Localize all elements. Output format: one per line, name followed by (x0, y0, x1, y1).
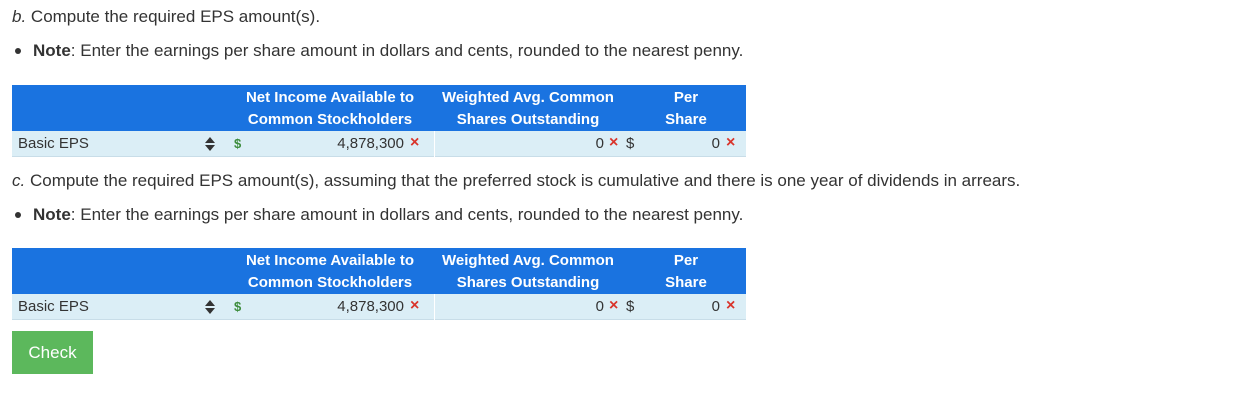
header-net-income-line1: Net Income Available to (245, 252, 415, 269)
incorrect-icon: × (726, 134, 736, 151)
dollar-sign: $ (626, 135, 635, 152)
section-c-heading: c. Compute the required EPS amount(s), a… (12, 171, 1020, 191)
section-b-note: Note: Enter the earnings per share amoun… (14, 41, 743, 61)
eps-table-c: Net Income Available to Common Stockhold… (12, 248, 746, 320)
table-header: Net Income Available to Common Stockhold… (12, 85, 746, 131)
header-weighted-line2: Shares Outstanding (456, 111, 600, 128)
header-per-share: Per Share (656, 87, 716, 131)
incorrect-icon: × (609, 134, 619, 151)
bullet-icon (15, 48, 21, 54)
dropdown-arrows-icon[interactable] (205, 137, 215, 151)
note-label: Note (33, 205, 71, 224)
net-income-input[interactable]: 4,878,300 (302, 298, 404, 315)
section-c-heading-text: Compute the required EPS amount(s), assu… (25, 171, 1021, 190)
note-text: : Enter the earnings per share amount in… (70, 41, 744, 60)
section-b-heading: b. Compute the required EPS amount(s). (12, 7, 320, 27)
header-per-share-line2: Share (665, 274, 707, 291)
incorrect-icon: × (410, 297, 420, 314)
incorrect-icon: × (410, 134, 420, 151)
row-label-dropdown[interactable]: Basic EPS (18, 135, 89, 152)
incorrect-icon: × (609, 297, 619, 314)
header-per-share-line1: Per (673, 252, 699, 269)
weighted-avg-input[interactable]: 0 (532, 298, 604, 315)
header-net-income: Net Income Available to Common Stockhold… (236, 87, 424, 131)
section-b-heading-text: Compute the required EPS amount(s). (26, 7, 321, 26)
header-weighted-line1: Weighted Avg. Common (442, 89, 614, 106)
header-per-share-line2: Share (665, 111, 707, 128)
header-per-share: Per Share (656, 250, 716, 294)
note-label: Note (33, 41, 71, 60)
note-text: : Enter the earnings per share amount in… (70, 205, 744, 224)
check-button[interactable]: Check (12, 331, 93, 374)
calculator-money-icon[interactable]: $ (234, 136, 241, 151)
net-income-input[interactable]: 4,878,300 (302, 135, 404, 152)
header-weighted-avg: Weighted Avg. Common Shares Outstanding (434, 87, 622, 131)
header-net-income: Net Income Available to Common Stockhold… (236, 250, 424, 294)
section-c-note: Note: Enter the earnings per share amoun… (14, 205, 743, 225)
section-b-prefix: b. (12, 7, 27, 26)
dollar-sign: $ (626, 298, 635, 315)
column-divider (434, 294, 435, 320)
section-c-prefix: c. (12, 171, 26, 190)
bullet-icon (15, 212, 21, 218)
table-row: Basic EPS $ 4,878,300 × 0 × $ 0 × (12, 294, 746, 320)
calculator-money-icon[interactable]: $ (234, 299, 241, 314)
weighted-avg-input[interactable]: 0 (532, 135, 604, 152)
header-weighted-line1: Weighted Avg. Common (442, 252, 614, 269)
header-weighted-line2: Shares Outstanding (456, 274, 600, 291)
column-divider (434, 131, 435, 157)
eps-table-b: Net Income Available to Common Stockhold… (12, 85, 746, 157)
per-share-input[interactable]: 0 (662, 298, 720, 315)
header-net-income-line1: Net Income Available to (245, 89, 415, 106)
header-per-share-line1: Per (673, 89, 699, 106)
row-label-dropdown[interactable]: Basic EPS (18, 298, 89, 315)
header-weighted-avg: Weighted Avg. Common Shares Outstanding (434, 250, 622, 294)
table-row: Basic EPS $ 4,878,300 × 0 × $ 0 × (12, 131, 746, 157)
table-header: Net Income Available to Common Stockhold… (12, 248, 746, 294)
dropdown-arrows-icon[interactable] (205, 300, 215, 314)
incorrect-icon: × (726, 297, 736, 314)
header-net-income-line2: Common Stockholders (247, 274, 413, 291)
per-share-input[interactable]: 0 (662, 135, 720, 152)
header-net-income-line2: Common Stockholders (247, 111, 413, 128)
